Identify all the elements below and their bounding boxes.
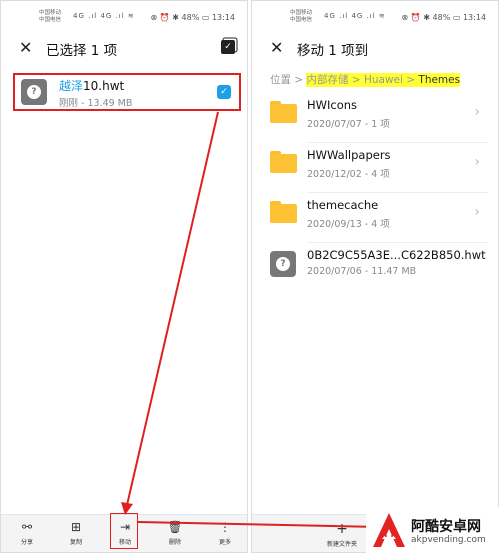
carrier-labels: 中国移动 中国电信 (39, 10, 61, 24)
breadcrumb-internal-storage[interactable]: 内部存储 (306, 74, 348, 86)
page-title: 已选择 1 项 (46, 43, 118, 59)
right-screen: 中国移动 中国电信 4G .ıl 4G .ıl ≋ ⊗ ⏰ ✱ 48% ▭ 13… (251, 0, 499, 553)
file-name-highlight: 越泽 (59, 79, 84, 93)
breadcrumb: 位置 > 内部存储 > Huawei > Themes (270, 72, 461, 87)
unknown-file-icon: ? (270, 251, 296, 277)
watermark-logo-icon (373, 513, 405, 547)
item-meta: 2020/09/13 - 4 项 (307, 219, 390, 230)
status-right: ⊗ ⏰ ✱ 48% ▭ 13:14 (150, 13, 235, 22)
move-button-highlight (110, 513, 138, 549)
page-title: 移动 1 项到 (297, 43, 369, 59)
new-folder-label: 新建文件夹 (326, 541, 357, 548)
item-name: 0B2C9C55A3E...C622B850.hwt (307, 248, 486, 262)
more-button[interactable]: ⋮ 更多 (207, 519, 243, 546)
share-button[interactable]: ⚯ 分享 (9, 519, 45, 546)
file-checkbox[interactable]: ✓ (217, 85, 231, 99)
chevron-right-icon: › (474, 154, 480, 170)
list-item[interactable]: ? 0B2C9C55A3E...C622B850.hwt 2020/07/06 … (252, 243, 498, 293)
carrier-1: 中国移动 (39, 10, 62, 16)
file-name: 越泽10.hwt (59, 77, 124, 94)
chevron-right-icon: › (474, 104, 480, 120)
left-screen: 中国移动 中国电信 4G .ıl 4G .ıl ≋ ⊗ ⏰ ✱ 48% ▭ 13… (0, 0, 248, 553)
share-label: 分享 (20, 539, 33, 546)
folder-icon (270, 201, 297, 223)
folder-icon (270, 151, 297, 173)
folder-icon (270, 101, 297, 123)
watermark: 阿酷安卓网 akpvending.com (366, 507, 500, 553)
chevron-right-icon: > (294, 74, 307, 86)
status-bar: 中国移动 中国电信 4G .ıl 4G .ıl ≋ ⊗ ⏰ ✱ 48% ▭ 13… (252, 7, 498, 29)
title-bar: ✕ 移动 1 项到 (252, 37, 498, 59)
carrier-1: 中国移动 (290, 10, 313, 16)
title-bar: ✕ 已选择 1 项 ✓ (1, 37, 247, 59)
more-icon: ⋮ (219, 520, 231, 534)
watermark-text-cn: 阿酷安卓网 (411, 519, 481, 535)
breadcrumb-themes[interactable]: Themes (418, 74, 460, 86)
new-folder-button[interactable]: + 新建文件夹 (312, 521, 372, 548)
more-label: 更多 (218, 539, 231, 546)
item-name: themecache (307, 198, 379, 212)
close-icon[interactable]: ✕ (19, 38, 32, 57)
carrier-2: 中国电信 (290, 17, 313, 23)
status-bar: 中国移动 中国电信 4G .ıl 4G .ıl ≋ ⊗ ⏰ ✱ 48% ▭ 13… (1, 7, 247, 29)
copy-icon: ⊞ (70, 520, 82, 534)
signal-icon: 4G .ıl 4G .ıl ≋ (73, 12, 135, 20)
selected-file-row[interactable]: ? 越泽10.hwt 刚刚 - 13.49 MB ✓ (13, 73, 241, 111)
copy-button[interactable]: ⊞ 复制 (58, 519, 94, 546)
list-item[interactable]: HWWallpapers 2020/12/02 - 4 项 › (252, 143, 498, 193)
select-all-icon[interactable]: ✓ (221, 40, 235, 54)
carrier-2: 中国电信 (39, 17, 62, 23)
plus-icon: + (336, 521, 348, 537)
breadcrumb-highlight: 内部存储 > Huawei > Themes (306, 73, 461, 87)
copy-label: 复制 (69, 539, 82, 546)
signal-icon: 4G .ıl 4G .ıl ≋ (324, 12, 386, 20)
delete-label: 删除 (168, 539, 181, 546)
file-name-rest: 10.hwt (83, 79, 125, 93)
item-meta: 2020/12/02 - 4 项 (307, 169, 390, 180)
item-name: HWWallpapers (307, 148, 391, 162)
item-meta: 2020/07/07 - 1 项 (307, 119, 390, 130)
list-item[interactable]: themecache 2020/09/13 - 4 项 › (252, 193, 498, 243)
carrier-labels: 中国移动 中国电信 (290, 10, 312, 24)
status-right: ⊗ ⏰ ✱ 48% ▭ 13:14 (401, 13, 486, 22)
item-name: HWIcons (307, 98, 358, 112)
item-meta: 2020/07/06 - 11.47 MB (307, 266, 417, 277)
list-item[interactable]: HWIcons 2020/07/07 - 1 项 › (252, 93, 498, 143)
watermark-text-en: akpvending.com (411, 535, 486, 545)
file-meta: 刚刚 - 13.49 MB (59, 98, 133, 109)
breadcrumb-huawei[interactable]: Huawei (364, 74, 403, 86)
close-icon[interactable]: ✕ (270, 38, 283, 57)
share-icon: ⚯ (21, 520, 33, 534)
breadcrumb-prefix: 位置 (270, 74, 291, 86)
delete-button[interactable]: 🗑 删除 (157, 519, 193, 546)
unknown-file-icon: ? (21, 79, 47, 105)
delete-icon: 🗑 (167, 520, 183, 534)
chevron-right-icon: › (474, 204, 480, 220)
